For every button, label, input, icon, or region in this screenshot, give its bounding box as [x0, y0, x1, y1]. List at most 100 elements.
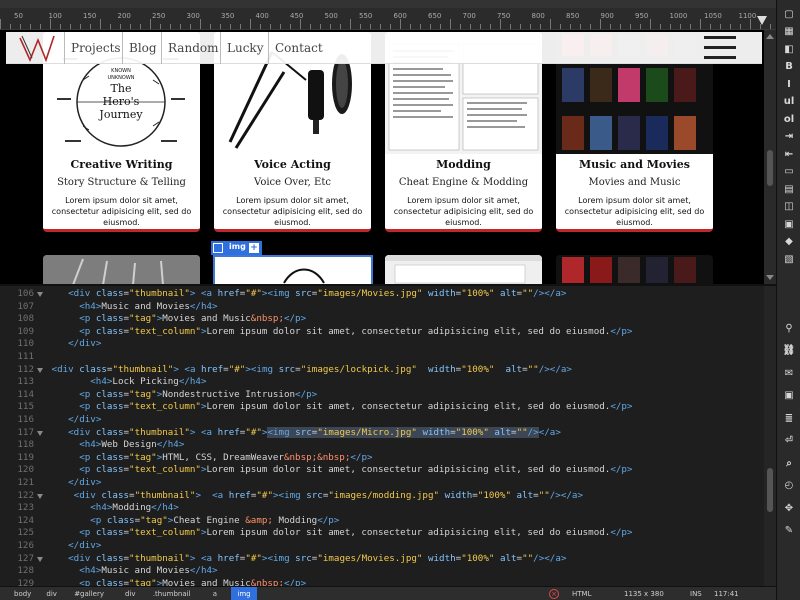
design-view-scrollbar[interactable] — [764, 30, 776, 284]
nav-link-projects[interactable]: Projects — [64, 32, 121, 64]
tag-crumb[interactable]: #gallery — [74, 587, 104, 600]
code-line[interactable]: <div class="thumbnail"> <a href="#"><img… — [46, 553, 566, 565]
line-number: 107 — [17, 300, 34, 312]
code-line[interactable]: <p class="text_column">Lorem ipsum dolor… — [46, 401, 632, 413]
journey-known: KNOWN — [111, 68, 131, 74]
scroll-up-icon[interactable] — [766, 34, 774, 39]
ul-list-icon[interactable]: ul — [781, 94, 797, 110]
image-icon[interactable]: ▭ — [781, 164, 797, 180]
tag-crumb[interactable]: a — [213, 587, 217, 600]
design-view[interactable]: The Hero's Journey KNOWN UNKNOWN Creativ… — [0, 30, 776, 284]
code-line[interactable]: <h4>Music and Movies</h4> — [46, 565, 217, 577]
error-icon[interactable]: × — [549, 589, 559, 599]
ol-list-icon[interactable]: ol — [781, 111, 797, 127]
tag-crumb[interactable]: img — [231, 587, 257, 600]
nav-link-contact[interactable]: Contact — [268, 32, 323, 64]
tag-icon[interactable]: ⚲ — [781, 320, 797, 336]
link-icon[interactable]: ⛓ — [781, 343, 797, 359]
selected-image-outline[interactable] — [213, 255, 373, 284]
bold-b-icon[interactable]: B — [781, 59, 797, 75]
ruler-tick — [40, 24, 41, 29]
code-line[interactable]: <div class="thumbnail"> <a href="#"><img… — [46, 288, 566, 300]
code-line[interactable]: <p class="text_column">Lorem ipsum dolor… — [46, 527, 632, 539]
media-icon[interactable]: ◫ — [781, 199, 797, 215]
code-line[interactable]: <h4>Lock Picking</h4> — [46, 376, 206, 388]
window-size-select[interactable]: 1135 x 380 — [624, 587, 664, 600]
ruler-tick — [170, 24, 171, 29]
form-icon[interactable]: ▣ — [781, 216, 797, 232]
fold-arrow-icon[interactable] — [37, 430, 43, 436]
fold-arrow-icon[interactable] — [37, 292, 43, 297]
move-icon[interactable]: ✥ — [781, 500, 797, 516]
snippet-icon[interactable]: ◆ — [781, 234, 797, 250]
code-line[interactable]: <h4>Music and Movies</h4> — [46, 301, 217, 313]
horizontal-ruler[interactable]: 50 100 150 200 250 300 350 400 450 500 550 600 650 70… — [0, 0, 776, 30]
outdent-icon[interactable]: ⇤ — [781, 146, 797, 162]
ruler-tick — [430, 24, 431, 29]
comment-icon[interactable]: ✉ — [781, 365, 797, 381]
ruler-tick — [270, 24, 271, 29]
tag-crumb[interactable]: div — [125, 587, 136, 600]
cursor-position: 117:41 — [714, 590, 739, 598]
nav-link-blog[interactable]: Blog — [122, 32, 157, 64]
history-icon[interactable]: ◴ — [781, 478, 797, 494]
code-line[interactable]: <h4>Web Design</h4> — [46, 439, 184, 451]
insert-icon[interactable]: ▦ — [781, 24, 797, 40]
line-number: 127 — [17, 552, 34, 564]
hamburger-icon[interactable] — [213, 243, 223, 253]
table-icon[interactable]: ▤ — [781, 181, 797, 197]
code-line[interactable]: <p class="tag">Movies and Music&nbsp;</p… — [46, 313, 306, 325]
asset-icon[interactable]: ▧ — [781, 251, 797, 267]
logo-icon[interactable] — [12, 32, 58, 64]
code-line[interactable]: <p class="text_column">Lorem ipsum dolor… — [46, 464, 632, 476]
code-line[interactable]: <div class="thumbnail"> <a href="#"><img… — [46, 426, 561, 439]
italic-i-icon[interactable]: I — [781, 76, 797, 92]
indent-icon[interactable]: ⇥ — [781, 129, 797, 145]
code-line[interactable]: </div> — [46, 540, 101, 552]
nav-link-lucky[interactable]: Lucky — [220, 32, 263, 64]
ruler-tick — [150, 19, 151, 29]
card-modding-partial[interactable] — [385, 255, 542, 284]
search-icon[interactable]: ⌕ — [781, 455, 797, 471]
card-text: Lorem ipsum dolor sit amet, consectetur … — [564, 196, 705, 227]
fold-arrow-icon[interactable] — [37, 367, 43, 373]
code-line[interactable]: </div> — [46, 477, 101, 489]
wrench-icon[interactable]: ✎ — [781, 523, 797, 539]
menu-hamburger-icon[interactable] — [704, 36, 736, 60]
element-quick-tag[interactable]: img + — [211, 241, 262, 255]
format-icon[interactable]: ≣ — [781, 410, 797, 426]
card-movies-partial[interactable] — [556, 255, 713, 284]
tag-crumb[interactable]: body — [14, 587, 31, 600]
tag-crumb[interactable]: .thumbnail — [153, 587, 191, 600]
code-line[interactable]: <div class="thumbnail"> <a href="#"><img… — [46, 364, 572, 376]
language-select[interactable]: HTML — [572, 587, 591, 600]
code-scroll-thumb[interactable] — [767, 468, 773, 512]
scroll-down-icon[interactable] — [766, 275, 774, 280]
code-line[interactable]: <p class="text_column">Lorem ipsum dolor… — [46, 326, 632, 338]
code-view[interactable]: 106 107 108 109 110 111 112 113 114 115 116 117 118 1… — [0, 284, 776, 586]
file-icon[interactable]: ▢ — [781, 6, 797, 22]
code-line[interactable]: <div class="thumbnail"> <a href="#"><img… — [46, 490, 583, 502]
ruler-marker-icon[interactable] — [757, 16, 767, 25]
code-view-scrollbar[interactable] — [764, 286, 776, 586]
code-line[interactable]: <p class="tag">HTML, CSS, DreamWeaver&nb… — [46, 452, 372, 464]
code-line[interactable]: <p class="tag">Cheat Engine &amp; Moddin… — [46, 515, 339, 527]
code-line[interactable]: <h4>Modding</h4> — [46, 502, 179, 514]
scroll-thumb[interactable] — [767, 150, 773, 186]
card-lock-picking-partial[interactable] — [43, 255, 200, 284]
code-line[interactable]: </div> — [46, 414, 101, 426]
preview-icon[interactable]: ▣ — [781, 388, 797, 404]
tag-crumb[interactable]: div — [46, 587, 57, 600]
add-class-plus-icon[interactable]: + — [249, 243, 259, 253]
code-line[interactable]: </div> — [46, 338, 101, 350]
line-number: 124 — [17, 514, 34, 526]
code-line[interactable]: <p class="tag">Nondestructive Intrusion<… — [46, 389, 317, 401]
css-icon[interactable]: ◧ — [781, 41, 797, 57]
line-number: 123 — [17, 502, 34, 514]
insert-mode: INS — [690, 590, 702, 598]
fold-arrow-icon[interactable] — [37, 556, 43, 562]
fold-arrow-icon[interactable] — [37, 493, 43, 499]
nav-link-random[interactable]: Random — [161, 32, 218, 64]
wrap-icon[interactable]: ⏎ — [781, 433, 797, 449]
code-line[interactable]: <p class="tag">Movies and Music&nbsp;</p… — [46, 578, 306, 586]
